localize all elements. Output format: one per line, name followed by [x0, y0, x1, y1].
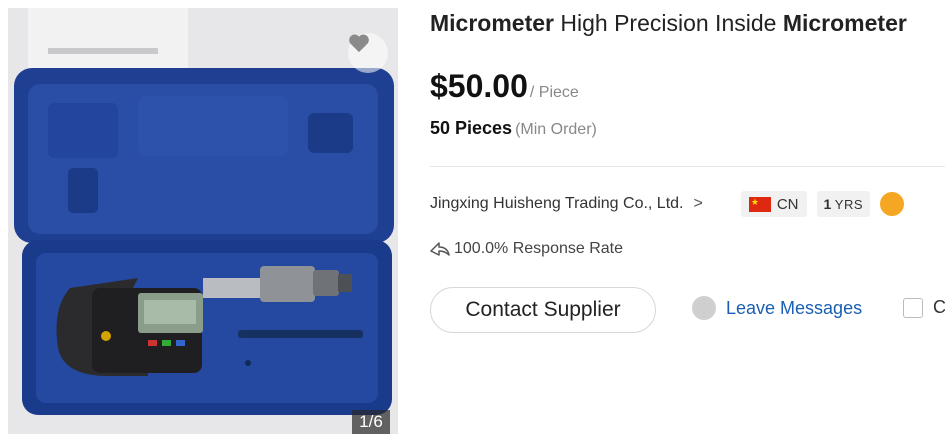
image-counter: 1/6: [352, 410, 390, 434]
message-icon: [692, 296, 716, 320]
checkbox[interactable]: [903, 297, 923, 318]
min-order-row: 50 Pieces (Min Order): [430, 118, 597, 139]
response-rate-text: 100.0% Response Rate: [454, 240, 623, 257]
heart-icon: [349, 34, 369, 53]
price-unit: / Piece: [529, 84, 579, 101]
chevron-right-icon[interactable]: >: [693, 195, 702, 213]
micrometer-photo: [8, 8, 398, 434]
title-middle: High Precision Inside: [553, 10, 783, 36]
favorite-button[interactable]: [348, 33, 388, 73]
price: $50.00: [430, 68, 528, 104]
country-badge: CN: [740, 191, 807, 217]
compare-checkbox[interactable]: C: [903, 297, 945, 318]
product-image[interactable]: 1/6: [8, 8, 398, 434]
gold-supplier-icon: [880, 192, 905, 216]
compare-label: C: [933, 297, 945, 317]
leave-messages-label: Leave Messages: [726, 297, 863, 318]
price-row: $50.00/ Piece: [430, 68, 579, 105]
min-order-value: 50 Pieces: [430, 118, 513, 138]
china-flag-icon: [748, 196, 771, 212]
supplier-name-link[interactable]: Jingxing Huisheng Trading Co., Ltd.: [430, 195, 683, 213]
supplier-row: Jingxing Huisheng Trading Co., Ltd. > CN…: [430, 190, 905, 218]
min-order-label: (Min Order): [515, 121, 597, 138]
years-label: YRS: [834, 196, 864, 212]
leave-messages-link[interactable]: Leave Messages: [692, 296, 862, 320]
divider: [430, 166, 945, 167]
title-keyword-2: Micrometer: [782, 10, 907, 36]
years-badge: 1 YRS: [816, 191, 871, 217]
title-keyword: Micrometer: [430, 10, 554, 36]
reply-arrow-icon: [430, 242, 450, 256]
response-rate-row: 100.0% Response Rate: [430, 240, 623, 258]
product-title: Micrometer High Precision Inside Microme…: [430, 10, 907, 37]
country-code: CN: [776, 195, 799, 213]
years-number: 1: [823, 196, 832, 212]
contact-supplier-button[interactable]: Contact Supplier: [430, 287, 656, 333]
